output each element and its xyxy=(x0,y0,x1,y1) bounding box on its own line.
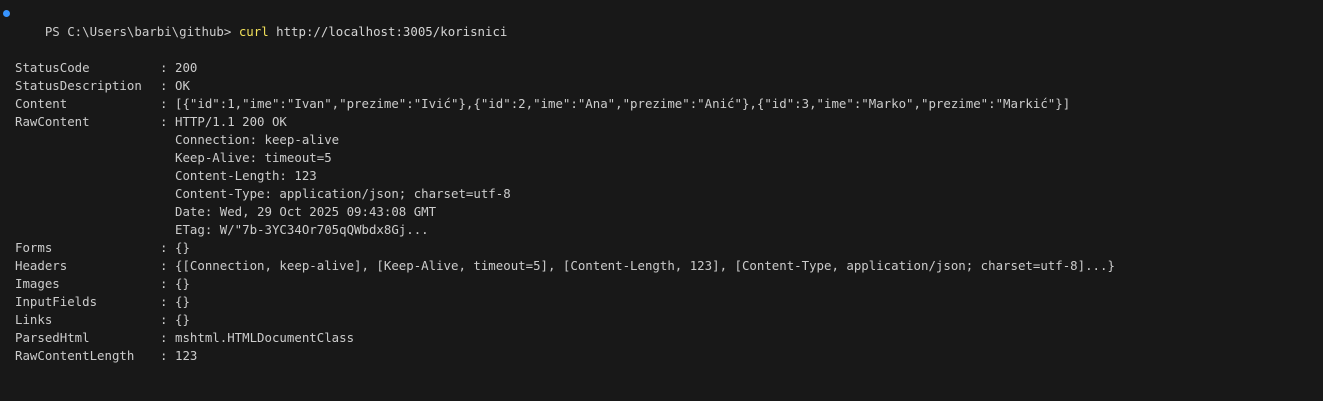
command-argument: http://localhost:3005/korisnici xyxy=(268,24,508,39)
raw-content-line: Connection: keep-alive xyxy=(175,132,340,147)
field-name: Headers xyxy=(15,258,68,273)
field-separator: : xyxy=(160,330,175,345)
field-value: {} xyxy=(175,294,190,309)
prompt-line: PS C:\Users\barbi\github> curl http://lo… xyxy=(0,5,1323,39)
field-name: StatusCode xyxy=(15,60,90,75)
field-name: InputFields xyxy=(15,294,98,309)
field-row-statuscode: StatusCode: 200 xyxy=(15,59,1323,77)
field-separator: : xyxy=(160,348,175,363)
field-value: {} xyxy=(175,276,190,291)
field-name: RawContentLength xyxy=(15,348,135,363)
field-value: {} xyxy=(175,240,190,255)
field-separator: : xyxy=(160,96,175,111)
field-value: {} xyxy=(175,312,190,327)
command-name: curl xyxy=(238,24,269,39)
raw-content-line: Date: Wed, 29 Oct 2025 09:43:08 GMT xyxy=(175,204,437,219)
field-separator: : xyxy=(160,276,175,291)
raw-content-line: Content-Type: application/json; charset=… xyxy=(175,186,511,201)
field-separator: : xyxy=(160,78,175,93)
field-row-parsedhtml: ParsedHtml: mshtml.HTMLDocumentClass xyxy=(15,329,1323,347)
field-row-inputfields: InputFields: {} xyxy=(15,293,1323,311)
field-separator: : xyxy=(160,258,175,273)
field-separator: : xyxy=(160,294,175,309)
field-name: Links xyxy=(15,312,53,327)
field-row-statusdescription: StatusDescription: OK xyxy=(15,77,1323,95)
field-separator: : xyxy=(160,240,175,255)
field-value: OK xyxy=(175,78,190,93)
raw-content-line: ETag: W/"7b-3YC34Or705qQWbdx8Gj... xyxy=(175,222,429,237)
field-value: mshtml.HTMLDocumentClass xyxy=(175,330,355,345)
field-name: ParsedHtml xyxy=(15,330,90,345)
field-name: StatusDescription xyxy=(15,78,142,93)
field-row-rawcontent: RawContent: HTTP/1.1 200 OK xyxy=(15,113,1323,131)
prompt-text: PS C:\Users\barbi\github> xyxy=(44,24,239,39)
field-name: Forms xyxy=(15,240,53,255)
raw-content-line: Keep-Alive: timeout=5 xyxy=(175,150,332,165)
field-row-content: Content: [{"id":1,"ime":"Ivan","prezime"… xyxy=(15,95,1323,113)
field-name: RawContent xyxy=(15,114,90,129)
field-separator: : xyxy=(160,114,175,129)
field-value: [{"id":1,"ime":"Ivan","prezime":"Ivić"},… xyxy=(175,96,1071,111)
field-name: Content xyxy=(15,96,68,111)
field-row-rawcontentlength: RawContentLength: 123 xyxy=(15,347,1323,365)
response-output: StatusCode: 200 StatusDescription: OK Co… xyxy=(0,59,1323,365)
field-value: 123 xyxy=(175,348,198,363)
field-row-headers: Headers: {[Connection, keep-alive], [Kee… xyxy=(15,257,1323,275)
command-status-icon[interactable] xyxy=(3,10,10,17)
field-value: HTTP/1.1 200 OK xyxy=(175,114,287,129)
field-value: 200 xyxy=(175,60,198,75)
field-value: {[Connection, keep-alive], [Keep-Alive, … xyxy=(175,258,1115,273)
field-row-links: Links: {} xyxy=(15,311,1323,329)
raw-content-line: Content-Length: 123 xyxy=(175,168,317,183)
field-separator: : xyxy=(160,312,175,327)
field-name: Images xyxy=(15,276,60,291)
terminal-output[interactable]: PS C:\Users\barbi\github> curl http://lo… xyxy=(0,5,1323,401)
field-separator: : xyxy=(160,60,175,75)
field-row-images: Images: {} xyxy=(15,275,1323,293)
field-row-forms: Forms: {} xyxy=(15,239,1323,257)
